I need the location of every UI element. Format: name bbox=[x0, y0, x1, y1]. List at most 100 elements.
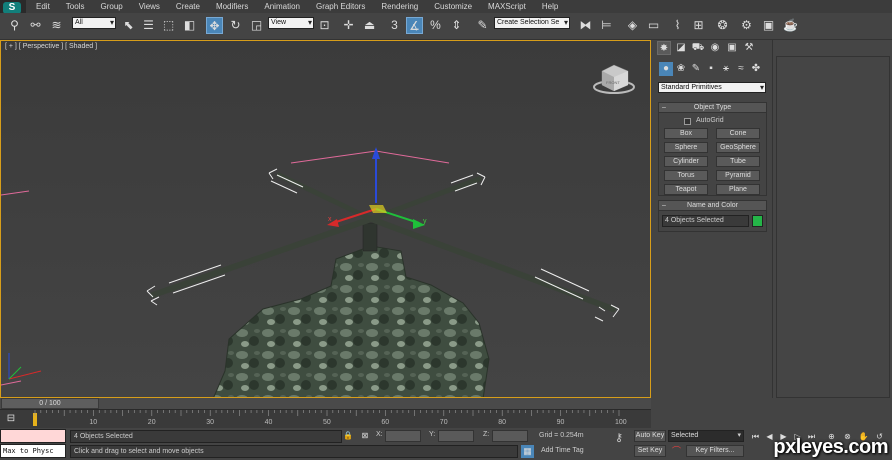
menu-views[interactable]: Views bbox=[131, 0, 168, 13]
pyramid-button[interactable]: Pyramid bbox=[716, 170, 760, 181]
unlink-icon[interactable]: ⚯ bbox=[27, 17, 44, 34]
menu-maxscript[interactable]: MAXScript bbox=[480, 0, 534, 13]
graphite-ribbon-icon[interactable]: ▭ bbox=[645, 17, 662, 34]
link-icon[interactable]: ⚲ bbox=[6, 17, 23, 34]
rendered-frame-icon[interactable]: ▣ bbox=[760, 17, 777, 34]
shapes-icon[interactable]: ❀ bbox=[674, 62, 688, 76]
menu-tools[interactable]: Tools bbox=[58, 0, 93, 13]
prompt-line: Click and drag to select and move object… bbox=[70, 445, 518, 458]
time-slider[interactable]: 0 / 100 bbox=[0, 398, 651, 409]
percent-snap-icon[interactable]: % bbox=[427, 17, 444, 34]
x-coord-field[interactable] bbox=[385, 430, 421, 442]
render-production-icon[interactable]: ☕ bbox=[782, 17, 799, 34]
menu-modifiers[interactable]: Modifiers bbox=[208, 0, 256, 13]
select-by-name-icon[interactable]: ☰ bbox=[140, 17, 157, 34]
plane-button[interactable]: Plane bbox=[716, 184, 760, 195]
named-selection-set-dropdown[interactable]: Create Selection Se bbox=[494, 17, 570, 29]
viewport-scene[interactable]: x y FRONT bbox=[1, 41, 651, 398]
geometry-icon[interactable]: ● bbox=[659, 62, 673, 76]
y-coord-label: Y: bbox=[429, 431, 436, 438]
helpers-icon[interactable]: ⚹ bbox=[719, 62, 733, 76]
perspective-viewport[interactable]: x y FRONT [ + ] [ Perspective ] [ Shaded… bbox=[0, 40, 651, 398]
angle-snap-icon[interactable]: ∡ bbox=[406, 17, 423, 34]
go-to-start-icon[interactable]: ⏮ bbox=[750, 431, 761, 442]
object-name-field[interactable]: 4 Objects Selected bbox=[662, 215, 749, 227]
ruler-tick-label: 50 bbox=[323, 419, 331, 426]
maxscript-mini-listener-pink[interactable] bbox=[0, 429, 66, 443]
menu-help[interactable]: Help bbox=[534, 0, 566, 13]
sphere-button[interactable]: Sphere bbox=[664, 142, 708, 153]
motion-tab-icon[interactable]: ◉ bbox=[708, 41, 722, 55]
teapot-button[interactable]: Teapot bbox=[664, 184, 708, 195]
hierarchy-tab-icon[interactable]: ⛟ bbox=[691, 41, 705, 55]
schematic-view-icon[interactable]: ⊞ bbox=[690, 17, 707, 34]
cameras-icon[interactable]: ▪ bbox=[704, 62, 718, 76]
spinner-snap-icon[interactable]: ⇕ bbox=[448, 17, 465, 34]
svg-text:y: y bbox=[423, 218, 427, 225]
keyboard-shortcut-icon[interactable]: ⏏ bbox=[361, 17, 378, 34]
add-time-tag-button[interactable]: Add Time Tag bbox=[537, 445, 603, 458]
space-warps-icon[interactable]: ≈ bbox=[734, 62, 748, 76]
menu-group[interactable]: Group bbox=[92, 0, 130, 13]
z-coord-field[interactable] bbox=[492, 430, 528, 442]
select-scale-icon[interactable]: ◲ bbox=[248, 17, 265, 34]
auto-key-button[interactable]: Auto Key bbox=[634, 430, 666, 442]
systems-icon[interactable]: ✤ bbox=[749, 62, 763, 76]
track-bar[interactable]: ⊟ 10 20 30 40 50 60 70 80 90 100 bbox=[0, 409, 651, 428]
create-tab-icon[interactable]: ✸ bbox=[657, 41, 671, 55]
layer-manager-icon[interactable]: ◈ bbox=[624, 17, 641, 34]
menu-edit[interactable]: Edit bbox=[28, 0, 58, 13]
menu-customize[interactable]: Customize bbox=[426, 0, 480, 13]
viewport-label-menu[interactable]: [ + ] [ Perspective ] [ Shaded ] bbox=[5, 43, 97, 50]
key-selection-set-dropdown[interactable]: Selected bbox=[668, 430, 744, 442]
object-category-dropdown[interactable]: Standard Primitives bbox=[658, 82, 766, 93]
y-coord-field[interactable] bbox=[438, 430, 474, 442]
menu-animation[interactable]: Animation bbox=[256, 0, 308, 13]
menu-graph-editors[interactable]: Graph Editors bbox=[308, 0, 373, 13]
menu-create[interactable]: Create bbox=[168, 0, 208, 13]
rectangle-region-icon[interactable]: ⬚ bbox=[160, 17, 177, 34]
selection-filter-dropdown[interactable]: All bbox=[72, 17, 116, 29]
maxscript-mini-listener[interactable]: Max to Physc bbox=[0, 444, 66, 458]
select-object-icon[interactable]: ⬉ bbox=[120, 17, 137, 34]
set-keys-key-icon[interactable]: ⚷ bbox=[609, 431, 629, 445]
cone-button[interactable]: Cone bbox=[716, 128, 760, 139]
material-editor-icon[interactable]: ❂ bbox=[714, 17, 731, 34]
key-filters-button[interactable]: Key Filters... bbox=[686, 445, 744, 457]
reference-coordinate-dropdown[interactable]: View bbox=[268, 17, 314, 29]
select-move-icon[interactable]: ✥ bbox=[206, 17, 223, 34]
ruler-tick-label: 80 bbox=[498, 419, 506, 426]
mirror-icon[interactable]: ⧓ bbox=[577, 17, 594, 34]
modify-tab-icon[interactable]: ◪ bbox=[674, 41, 688, 55]
autogrid-checkbox[interactable] bbox=[684, 118, 691, 125]
select-rotate-icon[interactable]: ↻ bbox=[227, 17, 244, 34]
name-and-color-title[interactable]: Name and Color bbox=[659, 201, 766, 211]
time-tag-icon[interactable]: ▦ bbox=[521, 445, 534, 458]
selection-lock-icon[interactable]: 🔒 bbox=[343, 431, 353, 441]
manipulate-icon[interactable]: ✛ bbox=[340, 17, 357, 34]
object-type-title[interactable]: Object Type bbox=[659, 103, 766, 113]
display-tab-icon[interactable]: ▣ bbox=[725, 41, 739, 55]
utilities-tab-icon[interactable]: ⚒ bbox=[742, 41, 756, 55]
geosphere-button[interactable]: GeoSphere bbox=[716, 142, 760, 153]
default-in-out-tangents-icon[interactable]: ⌒ bbox=[670, 445, 683, 457]
tube-button[interactable]: Tube bbox=[716, 156, 760, 167]
align-icon[interactable]: ⊨ bbox=[598, 17, 615, 34]
cylinder-button[interactable]: Cylinder bbox=[664, 156, 708, 167]
absolute-mode-icon[interactable]: ⊠ bbox=[360, 431, 370, 441]
bind-space-warp-icon[interactable]: ≋ bbox=[48, 17, 65, 34]
lights-icon[interactable]: ✎ bbox=[689, 62, 703, 76]
time-slider-thumb[interactable]: 0 / 100 bbox=[1, 398, 99, 409]
render-setup-icon[interactable]: ⚙ bbox=[738, 17, 755, 34]
edit-named-selection-icon[interactable]: ✎ bbox=[474, 17, 491, 34]
snap-3d-icon[interactable]: 3 bbox=[386, 17, 403, 34]
pivot-icon[interactable]: ⊡ bbox=[316, 17, 333, 34]
object-color-swatch[interactable] bbox=[752, 215, 763, 227]
window-crossing-icon[interactable]: ◧ bbox=[181, 17, 198, 34]
set-key-button[interactable]: Set Key bbox=[634, 445, 666, 457]
mini-curve-editor-icon[interactable]: ⊟ bbox=[4, 412, 18, 426]
torus-button[interactable]: Torus bbox=[664, 170, 708, 181]
box-button[interactable]: Box bbox=[664, 128, 708, 139]
menu-rendering[interactable]: Rendering bbox=[373, 0, 426, 13]
curve-editor-icon[interactable]: ⌇ bbox=[669, 17, 686, 34]
